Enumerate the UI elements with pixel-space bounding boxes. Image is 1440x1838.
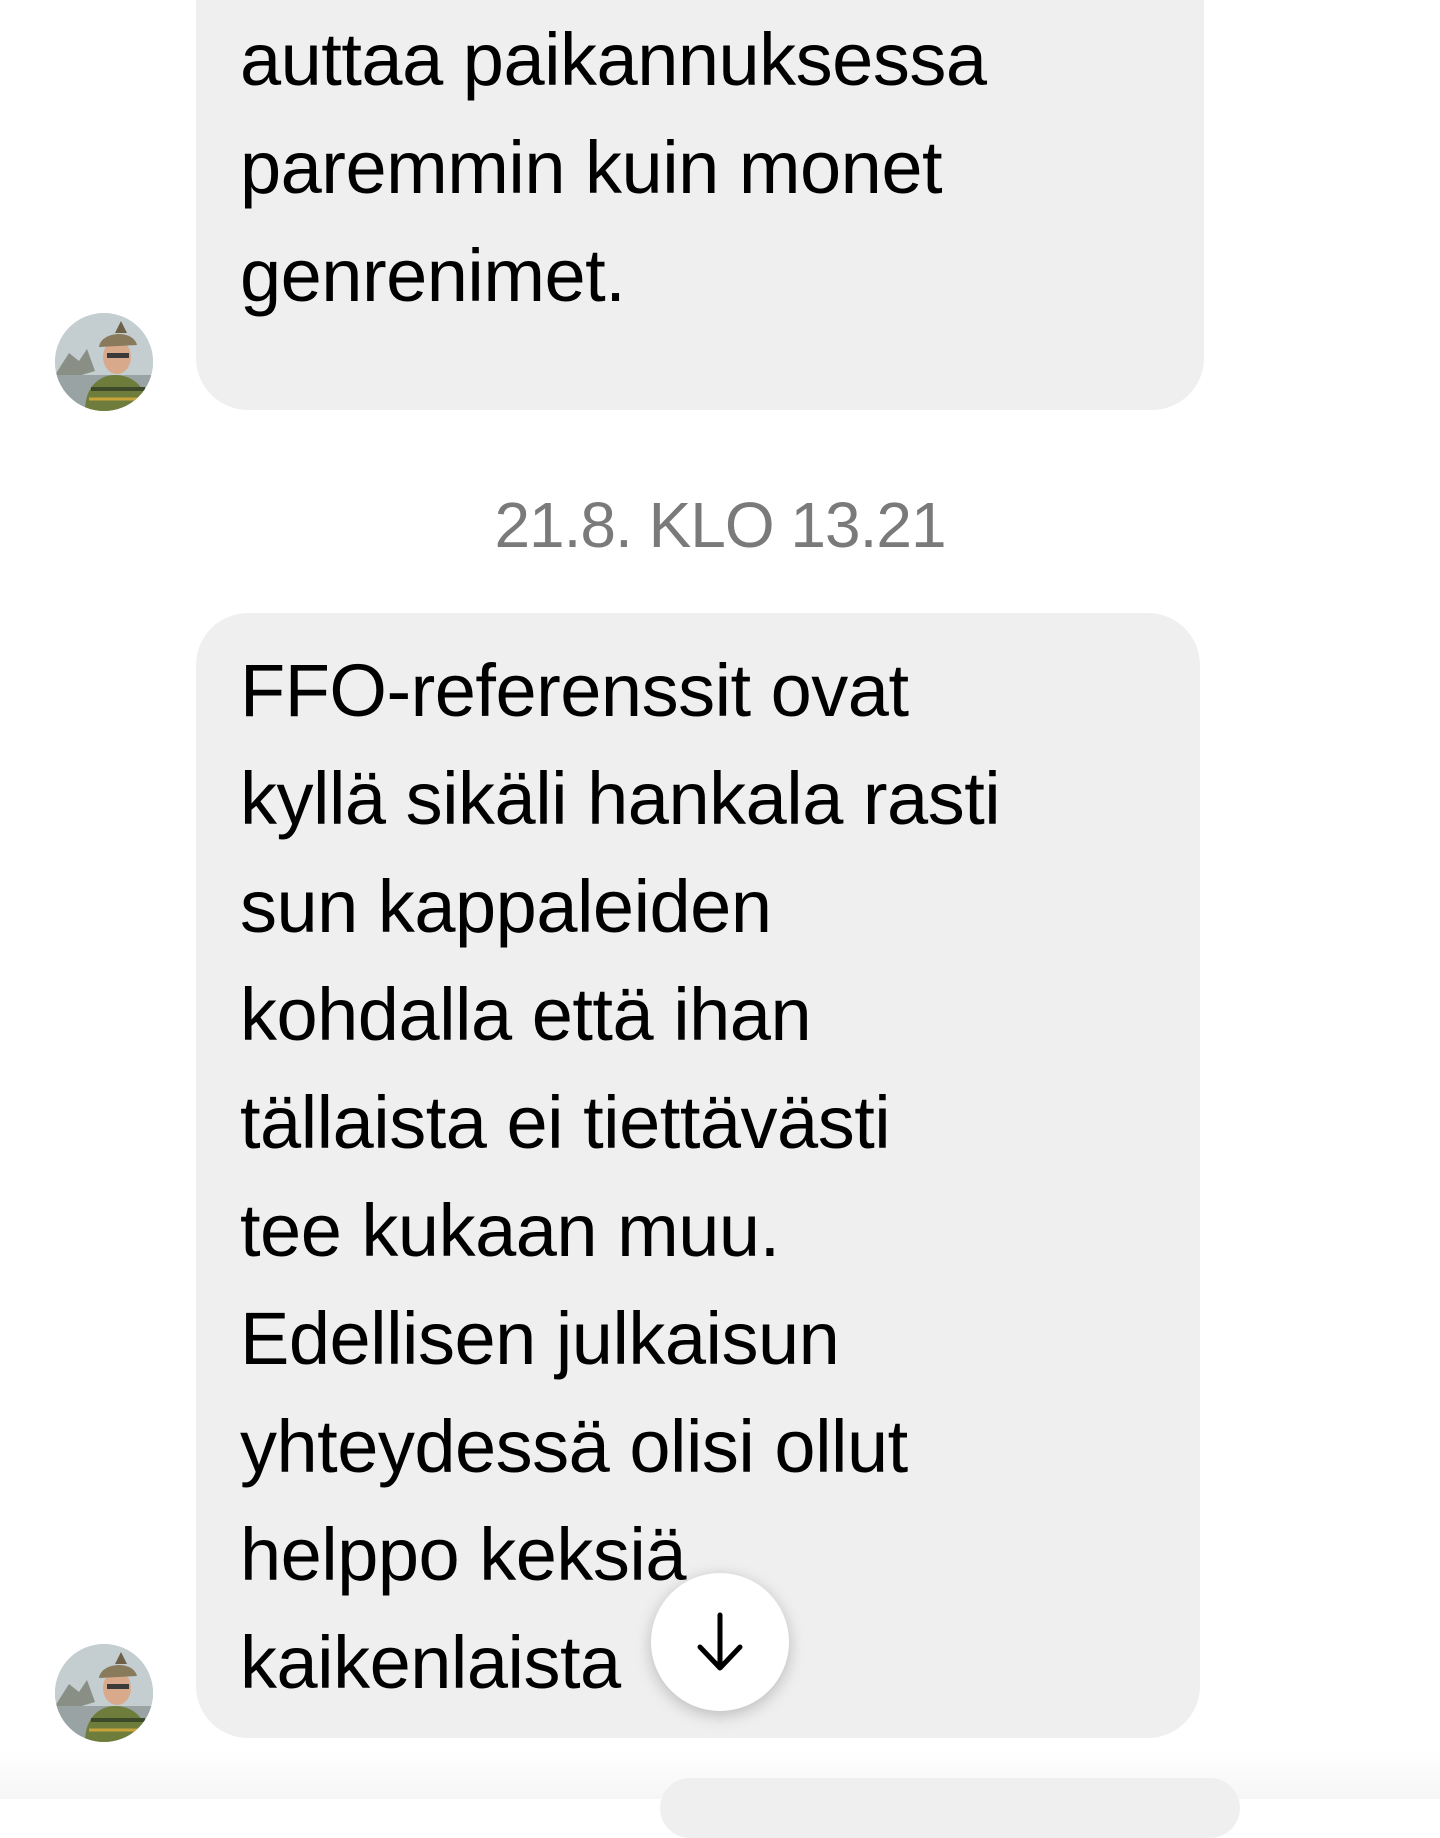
message-text: -merkintä saattaa auttaa paikannuksessa … bbox=[240, 18, 987, 317]
avatar-image bbox=[55, 313, 153, 411]
message-thread: -merkintä saattaa auttaa paikannuksessa … bbox=[0, 0, 1440, 1838]
sender-avatar[interactable] bbox=[55, 1644, 153, 1742]
arrow-down-icon bbox=[697, 1612, 743, 1671]
message-text: FFO-referenssit ovat kyllä sikäli hankal… bbox=[240, 649, 1001, 1704]
sender-avatar[interactable] bbox=[55, 313, 153, 411]
scroll-to-bottom-button[interactable] bbox=[651, 1573, 789, 1711]
message-bubble-incoming[interactable]: -merkintä saattaa auttaa paikannuksessa … bbox=[196, 0, 1204, 410]
avatar-image bbox=[55, 1644, 153, 1742]
message-timestamp: 21.8. KLO 13.21 bbox=[494, 489, 946, 561]
message-bubble-partial bbox=[660, 1778, 1240, 1838]
message-bubble-incoming[interactable]: FFO-referenssit ovat kyllä sikäli hankal… bbox=[196, 613, 1200, 1738]
